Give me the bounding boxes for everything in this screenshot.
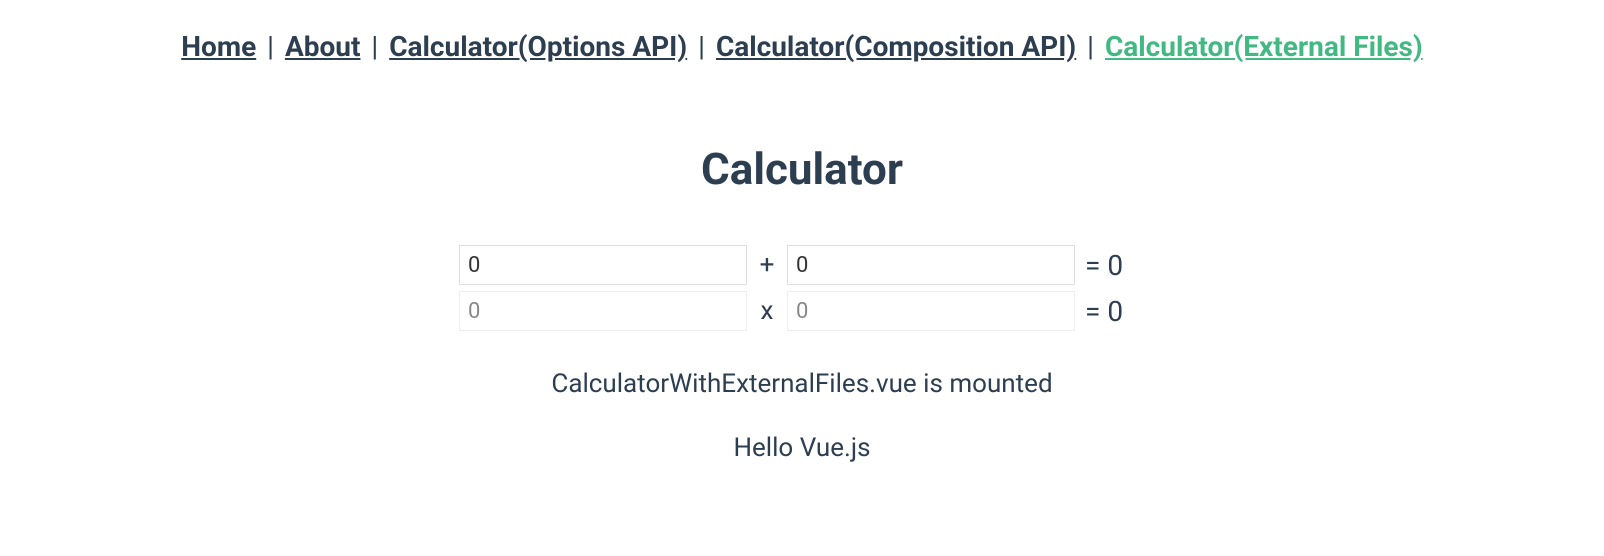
addition-input-a[interactable] bbox=[459, 245, 747, 285]
times-operator: x bbox=[747, 296, 787, 326]
multiplication-row: x = 0 bbox=[459, 291, 1145, 331]
nav-separator: | bbox=[364, 30, 385, 63]
multiplication-result: = 0 bbox=[1085, 295, 1145, 328]
nav-calc-composition[interactable]: Calculator(Composition API) bbox=[716, 30, 1076, 63]
nav-separator: | bbox=[691, 30, 712, 63]
nav-separator: | bbox=[1080, 30, 1101, 63]
page-title: Calculator bbox=[0, 143, 1604, 195]
top-nav: Home | About | Calculator(Options API) |… bbox=[0, 0, 1604, 63]
nav-calc-external[interactable]: Calculator(External Files) bbox=[1105, 30, 1423, 63]
mount-status: CalculatorWithExternalFiles.vue is mount… bbox=[0, 369, 1604, 399]
addition-row: + = 0 bbox=[459, 245, 1145, 285]
calculator: + = 0 x = 0 bbox=[0, 245, 1604, 331]
addition-input-b[interactable] bbox=[787, 245, 1075, 285]
addition-result: = 0 bbox=[1085, 249, 1145, 282]
multiplication-input-b[interactable] bbox=[787, 291, 1075, 331]
plus-operator: + bbox=[747, 250, 787, 280]
nav-about[interactable]: About bbox=[285, 30, 361, 63]
nav-calc-options[interactable]: Calculator(Options API) bbox=[389, 30, 687, 63]
multiplication-input-a[interactable] bbox=[459, 291, 747, 331]
nav-home[interactable]: Home bbox=[181, 30, 256, 63]
greeting-text: Hello Vue.js bbox=[0, 433, 1604, 463]
nav-separator: | bbox=[260, 30, 281, 63]
